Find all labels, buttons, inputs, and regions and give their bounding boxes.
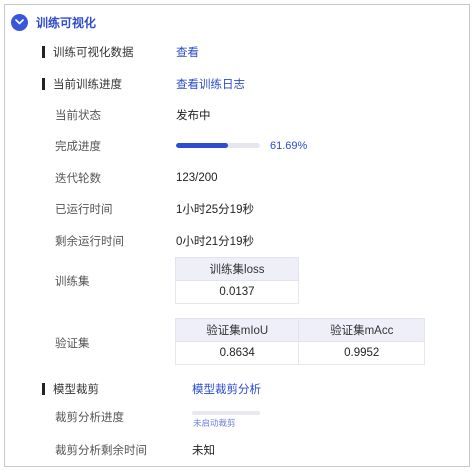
val-miou-value: 0.8634 [174,341,300,365]
train-set-label: 训练集 [55,276,90,288]
training-visualization-panel: 训练可视化 训练可视化数据 查看 当前训练进度 查看训练日志 当前状态 发布中 … [4,4,470,467]
section-marker [42,78,45,90]
elapsed-value: 1小时25分19秒 [176,204,254,216]
train-set-table: 训练集loss 0.0137 [175,257,299,304]
pruning-row: 模型裁剪 模型裁剪分析 [5,379,471,399]
val-macc-header: 验证集mAcc [298,318,425,342]
pruning-label: 模型裁剪 [53,384,99,396]
elapsed-row: 已运行时间 1小时25分19秒 [5,199,471,219]
status-label: 当前状态 [55,110,101,122]
iterations-row: 迭代轮数 123/200 [5,168,471,188]
iterations-label: 迭代轮数 [55,173,101,185]
prune-remaining-row: 裁剪分析剩余时间 未知 [5,440,471,460]
view-viz-data-link[interactable]: 查看 [176,44,199,60]
iterations-value: 123/200 [176,172,218,184]
section-marker [42,46,45,58]
prune-status-text: 未启动裁剪 [193,418,236,428]
remaining-label: 剩余运行时间 [55,236,124,248]
status-value: 发布中 [176,110,211,122]
train-loss-value: 0.0137 [175,280,299,304]
completion-row: 完成进度 61.69% [5,136,471,156]
val-set-table: 验证集mIoU 验证集mAcc 0.8634 0.9952 [174,318,425,365]
val-set-label: 验证集 [55,338,90,350]
train-loss-header: 训练集loss [175,257,299,281]
completion-progress-fill [176,143,228,148]
prune-progress-label: 裁剪分析进度 [55,412,124,424]
prune-remaining-label: 裁剪分析剩余时间 [55,445,147,457]
viz-data-label: 训练可视化数据 [53,47,134,59]
prune-remaining-value: 未知 [192,445,215,457]
view-train-log-link[interactable]: 查看训练日志 [176,76,245,92]
viz-data-row: 训练可视化数据 查看 [5,42,471,62]
val-miou-header: 验证集mIoU [174,318,300,342]
section-header[interactable]: 训练可视化 [11,11,96,33]
elapsed-label: 已运行时间 [55,204,113,216]
status-row: 当前状态 发布中 [5,105,471,125]
prune-progress-bar [192,411,260,415]
completion-percent: 61.69% [270,140,308,152]
pruning-analysis-link[interactable]: 模型裁剪分析 [192,381,261,397]
completion-label: 完成进度 [55,141,101,153]
completion-progress-bar [176,143,260,148]
section-marker [42,383,45,395]
remaining-value: 0小时21分19秒 [176,236,254,248]
val-macc-value: 0.9952 [298,341,425,365]
train-progress-row: 当前训练进度 查看训练日志 [5,74,471,94]
train-progress-label: 当前训练进度 [53,79,122,91]
chevron-down-icon[interactable] [11,13,28,31]
section-title: 训练可视化 [36,15,97,30]
prune-progress-row: 裁剪分析进度 未启动裁剪 [5,407,471,428]
remaining-row: 剩余运行时间 0小时21分19秒 [5,231,471,251]
